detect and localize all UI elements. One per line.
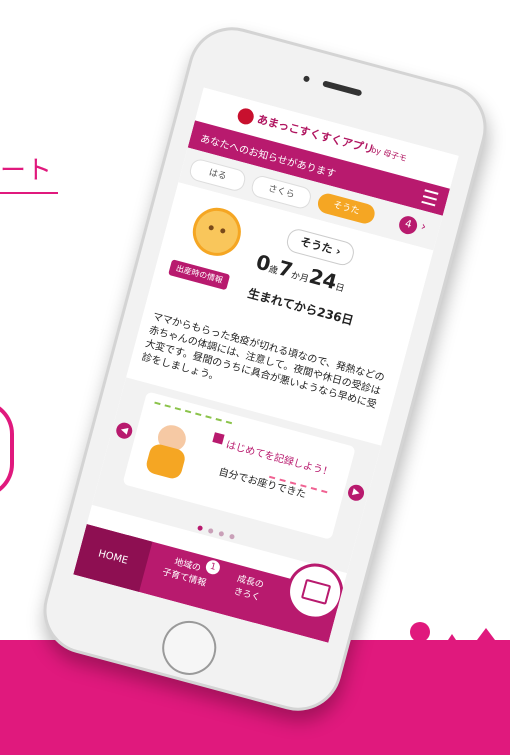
nav-growth-record[interactable]: 成長の きろく bbox=[221, 570, 276, 608]
birth-info-button[interactable]: 出産時の情報 bbox=[168, 259, 231, 291]
sitting-baby-illustration bbox=[140, 420, 196, 484]
gift-icon bbox=[212, 432, 225, 445]
nav-home[interactable]: HOME bbox=[73, 524, 153, 592]
phone-mockup: あまっこすくすくアプリ by 母子モ あなたへのお知らせがあります はる さくら… bbox=[33, 17, 497, 740]
apple-girl-logo-icon bbox=[235, 106, 256, 127]
pagination-dot[interactable] bbox=[197, 525, 204, 532]
baby-face-icon bbox=[187, 202, 247, 262]
pagination-dot[interactable] bbox=[218, 530, 225, 537]
phone-body: あまっこすくすくアプリ by 母子モ あなたへのお知らせがあります はる さくら… bbox=[33, 17, 497, 721]
background-heading-fragment: ート bbox=[0, 156, 53, 186]
pagination-dot[interactable] bbox=[228, 533, 236, 540]
hamburger-menu-icon[interactable] bbox=[421, 189, 439, 207]
decorative-bracket bbox=[0, 400, 14, 498]
app-provider: by 母子モ bbox=[370, 145, 408, 164]
heading-underline bbox=[0, 192, 58, 194]
front-camera bbox=[302, 75, 311, 83]
diary-pen-icon bbox=[300, 578, 332, 605]
phone-home-button bbox=[156, 614, 223, 681]
chevron-right-icon[interactable]: ▶ bbox=[346, 482, 366, 503]
app-screen: あまっこすくすくアプリ by 母子モ あなたへのお知らせがあります はる さくら… bbox=[73, 87, 459, 643]
milestone-card[interactable]: はじめてを記録しよう！ 自分でお座りできた bbox=[122, 391, 356, 540]
child-count-badge[interactable]: 4 bbox=[397, 214, 420, 237]
chevron-right-icon[interactable]: › bbox=[420, 219, 428, 234]
pagination-dot[interactable] bbox=[207, 527, 214, 535]
earpiece-speaker bbox=[322, 80, 363, 97]
carousel-pagination bbox=[197, 515, 249, 540]
child-name: そうた bbox=[298, 235, 335, 257]
chevron-left-icon[interactable]: ◀ bbox=[114, 420, 135, 441]
age-days-unit: 日 bbox=[333, 282, 346, 295]
